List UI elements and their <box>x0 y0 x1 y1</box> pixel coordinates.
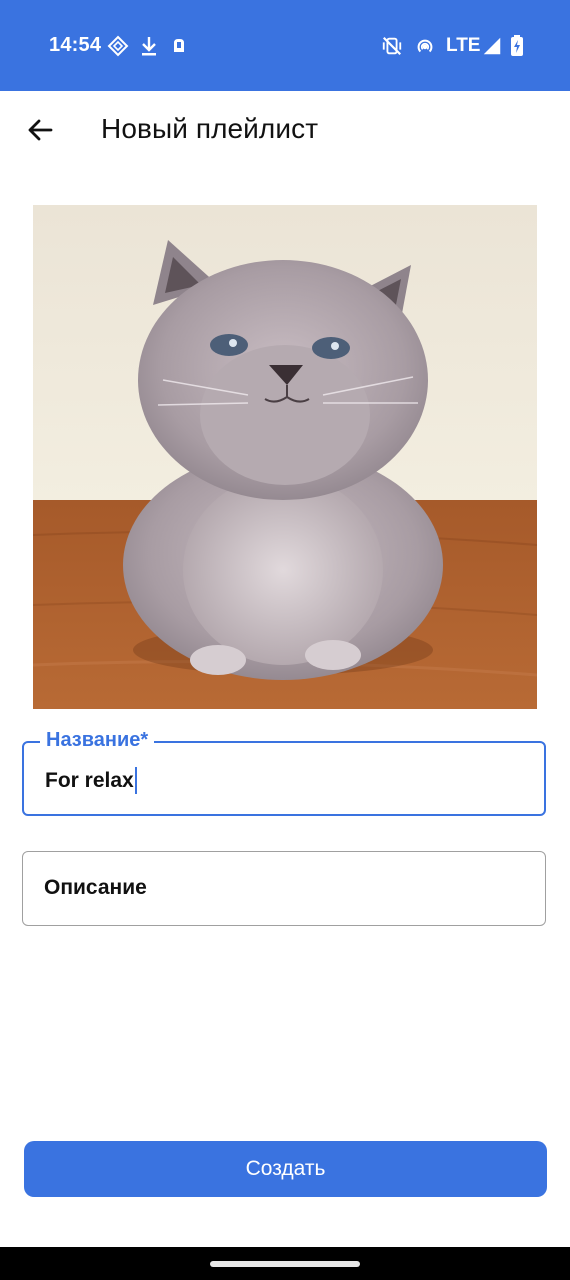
home-gesture-handle[interactable] <box>210 1261 360 1267</box>
text-cursor <box>134 767 137 794</box>
playlist-name-input[interactable]: For relax <box>45 767 137 794</box>
playlist-name-label: Название* <box>40 729 155 752</box>
playlist-description-field[interactable]: Описание <box>22 851 546 926</box>
status-time: 14:54 <box>49 34 102 56</box>
hotspot-icon <box>417 39 433 53</box>
alert-app-icon <box>174 39 184 52</box>
arrow-left-icon <box>28 119 53 141</box>
battery-charging-icon <box>511 35 523 56</box>
playlist-cover-image[interactable] <box>33 205 537 709</box>
status-bar: 14:54 LTE <box>0 0 570 91</box>
kitten-photo <box>33 205 537 709</box>
download-icon <box>142 37 156 56</box>
new-playlist-screen: 14:54 LTE Новый плейлист Название* For r… <box>0 0 570 1280</box>
playlist-name-value: For relax <box>45 768 134 792</box>
playlist-description-placeholder: Описание <box>44 876 147 899</box>
signal-icon <box>483 37 501 55</box>
playlist-name-field[interactable]: Название* For relax <box>22 729 546 816</box>
mute-vibrate-icon <box>382 36 402 56</box>
page-title: Новый плейлист <box>101 113 319 144</box>
back-button[interactable] <box>22 112 58 148</box>
network-type: LTE <box>446 35 481 56</box>
diamond-app-icon <box>107 35 129 57</box>
create-playlist-button[interactable]: Создать <box>24 1141 547 1197</box>
